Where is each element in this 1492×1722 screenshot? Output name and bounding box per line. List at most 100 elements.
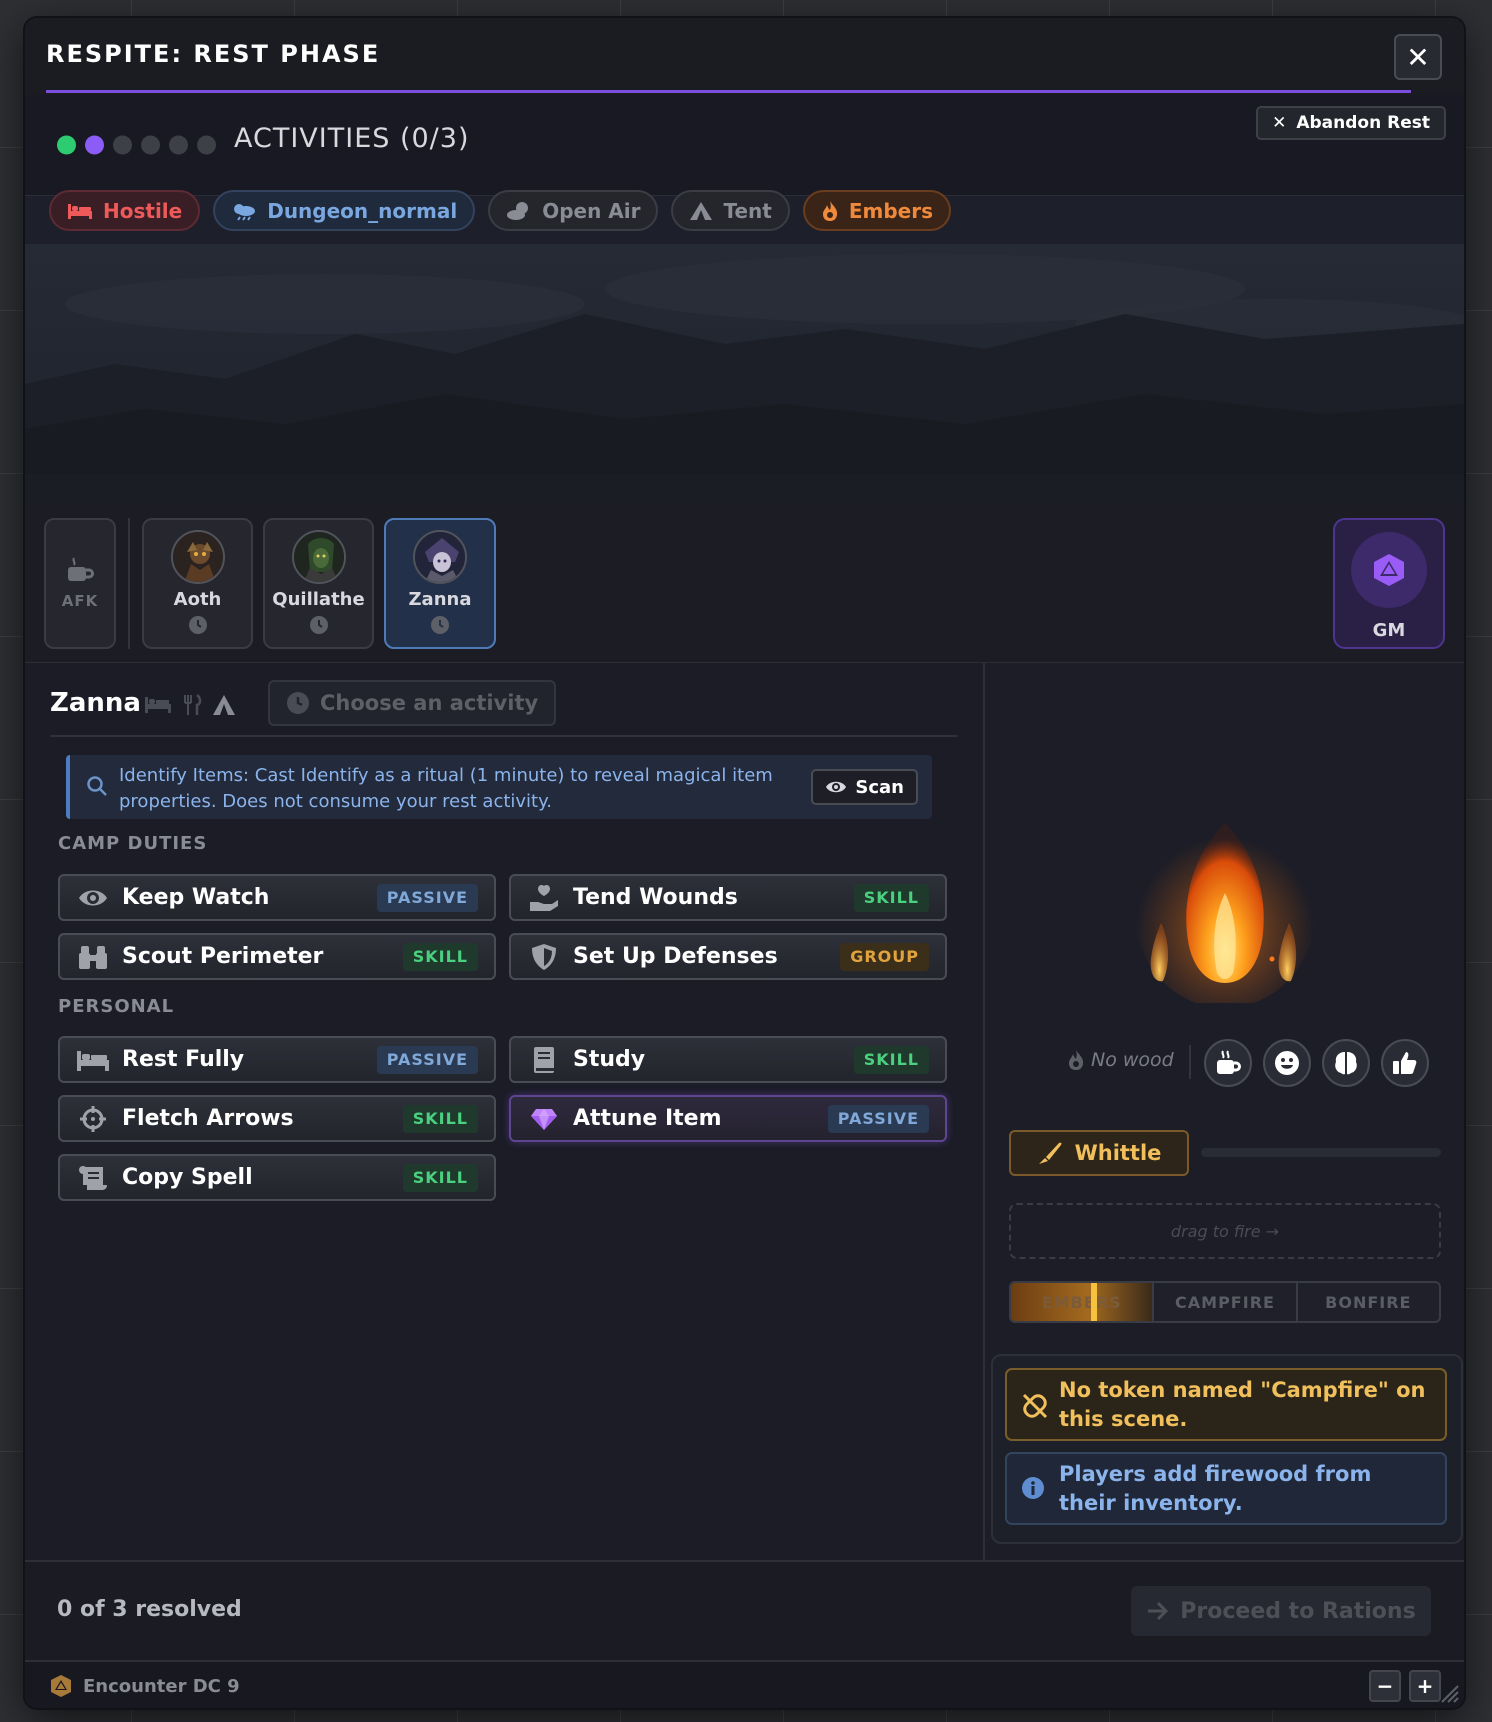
activity-label: Study: [573, 1047, 646, 1072]
activities-counter: ACTIVITIES (0/3): [234, 123, 470, 154]
activity-label: Keep Watch: [122, 885, 270, 910]
activity-set-up-defenses[interactable]: Set Up Defenses GROUP: [509, 933, 947, 980]
landscape-image: [25, 244, 1464, 503]
afk-slot[interactable]: AFK: [44, 518, 116, 649]
info-text: Players add firewood from their inventor…: [1059, 1462, 1372, 1515]
firewood-drop-zone[interactable]: drag to fire →: [1009, 1203, 1441, 1259]
mood-happy-button[interactable]: [1263, 1039, 1311, 1087]
activity-study[interactable]: Study SKILL: [509, 1036, 947, 1083]
party-member-aoth[interactable]: Aoth: [142, 518, 253, 649]
gm-slot[interactable]: GM: [1333, 518, 1445, 649]
knife-icon: [1038, 1142, 1061, 1164]
clock-icon: [188, 616, 207, 634]
x-icon: ✕: [1272, 113, 1287, 133]
proceed-to-rations-button[interactable]: Proceed to Rations: [1131, 1586, 1431, 1636]
whittle-progress: [1201, 1148, 1441, 1157]
shield-icon: [532, 943, 556, 970]
activity-type-badge: SKILL: [853, 883, 929, 912]
activity-keep-watch[interactable]: Keep Watch PASSIVE: [58, 874, 496, 921]
campfire-flame-image: [1135, 818, 1315, 1008]
tag-shelter[interactable]: Open Air: [488, 190, 659, 231]
activity-tend-wounds[interactable]: Tend Wounds SKILL: [509, 874, 947, 921]
missing-token-warning: No token named "Campfire" on this scene.: [1005, 1368, 1447, 1441]
activity-type-badge: SKILL: [402, 1163, 478, 1192]
title-bar[interactable]: RESPITE: REST PHASE ✕: [25, 18, 1464, 95]
brain-icon: [1335, 1052, 1357, 1075]
activity-panel: Zanna Choose an activity Identify Items:…: [25, 663, 982, 1560]
status-footer: Encounter DC 9 − +: [25, 1660, 1464, 1708]
activity-scout-perimeter[interactable]: Scout Perimeter SKILL: [58, 933, 496, 980]
tag-tent[interactable]: Tent: [671, 190, 790, 231]
tag-weather[interactable]: Dungeon_normal: [213, 190, 476, 231]
whittle-label: Whittle: [1074, 1141, 1162, 1165]
scene-banner: [25, 244, 1464, 503]
fire-level-embers[interactable]: EMBERS: [1011, 1283, 1155, 1321]
activity-type-badge: SKILL: [402, 942, 478, 971]
campfire-panel: No wood Whittle drag to fire → EMBERS CA…: [983, 663, 1464, 1560]
progress-dot: [141, 135, 160, 155]
encounter-dc-label: Encounter DC 9: [83, 1675, 240, 1697]
clock-icon: [431, 616, 449, 634]
flame-icon: [822, 200, 837, 221]
divider: [1189, 1045, 1191, 1079]
activity-copy-spell[interactable]: Copy Spell SKILL: [58, 1154, 496, 1201]
close-button[interactable]: ✕: [1394, 34, 1442, 80]
bed-icon: [68, 203, 92, 219]
fire-level-campfire[interactable]: CAMPFIRE: [1154, 1283, 1298, 1321]
progress-dot: [169, 135, 188, 155]
warning-text: No token named "Campfire" on this scene.: [1059, 1378, 1426, 1431]
tag-label: Open Air: [542, 198, 641, 223]
fire-level-label: EMBERS: [1041, 1292, 1122, 1312]
info-icon: [1022, 1477, 1044, 1499]
choose-activity-label: Choose an activity: [320, 691, 539, 715]
activity-type-badge: SKILL: [853, 1045, 929, 1074]
activity-label: Fletch Arrows: [122, 1106, 294, 1131]
book-icon: [534, 1046, 554, 1073]
action-footer: 0 of 3 resolved Proceed to Rations: [25, 1560, 1464, 1660]
party-divider: [128, 518, 130, 649]
avatar: [291, 530, 346, 584]
avatar: [170, 530, 225, 584]
choose-activity-button[interactable]: Choose an activity: [268, 680, 557, 726]
fire-level-bonfire[interactable]: BONFIRE: [1298, 1283, 1439, 1321]
scroll-icon: [79, 1165, 107, 1190]
zoom-out-button[interactable]: −: [1369, 1670, 1401, 1702]
tag-label: Tent: [723, 198, 772, 223]
tag-label: Dungeon_normal: [267, 198, 458, 223]
party-member-zanna[interactable]: Zanna: [384, 518, 496, 649]
tag-fire-level[interactable]: Embers: [802, 190, 951, 231]
party-member-quillathe[interactable]: Quillathe: [263, 518, 374, 649]
mood-think-button[interactable]: [1322, 1039, 1370, 1087]
activity-label: Copy Spell: [122, 1165, 253, 1190]
whittle-button[interactable]: Whittle: [1009, 1130, 1189, 1176]
fuel-status: No wood: [1067, 1049, 1174, 1071]
rest-phase-window: RESPITE: REST PHASE ✕ ACTIVITIES (0/3) ✕…: [25, 18, 1464, 1708]
activity-rest-fully[interactable]: Rest Fully PASSIVE: [58, 1036, 496, 1083]
resize-grip-icon[interactable]: [1438, 1682, 1460, 1704]
bed-icon: [77, 1050, 109, 1071]
scan-button[interactable]: Scan: [811, 769, 918, 805]
eye-icon: [79, 890, 107, 905]
party-member-name: Zanna: [408, 589, 472, 610]
zoom-in-button[interactable]: +: [1409, 1670, 1441, 1702]
activity-type-badge: PASSIVE: [376, 883, 478, 912]
activity-fletch-arrows[interactable]: Fletch Arrows SKILL: [58, 1095, 496, 1142]
identify-hint: Identify Items: Cast Identify as a ritua…: [66, 755, 932, 819]
smile-icon: [1275, 1051, 1299, 1075]
gem-icon: [531, 1108, 557, 1130]
encounter-dc: Encounter DC 9: [49, 1674, 240, 1698]
mood-approve-button[interactable]: [1381, 1039, 1429, 1087]
weather-icon: [234, 203, 256, 221]
mood-rest-button[interactable]: [1204, 1039, 1252, 1087]
activity-label: Scout Perimeter: [122, 944, 324, 969]
tag-hostile[interactable]: Hostile: [49, 190, 201, 231]
utensils-icon: [184, 694, 202, 715]
activity-attune-item[interactable]: Attune Item PASSIVE: [509, 1095, 947, 1142]
afk-label: AFK: [61, 592, 99, 610]
progress-dot: [197, 135, 216, 155]
abandon-rest-button[interactable]: ✕ Abandon Rest: [1256, 106, 1446, 140]
activity-label: Set Up Defenses: [573, 944, 778, 969]
window-title: RESPITE: REST PHASE: [46, 40, 381, 68]
character-status-icons: [144, 694, 236, 716]
party-bar: AFK Aoth Quillathe Zanna GM: [25, 503, 1464, 663]
